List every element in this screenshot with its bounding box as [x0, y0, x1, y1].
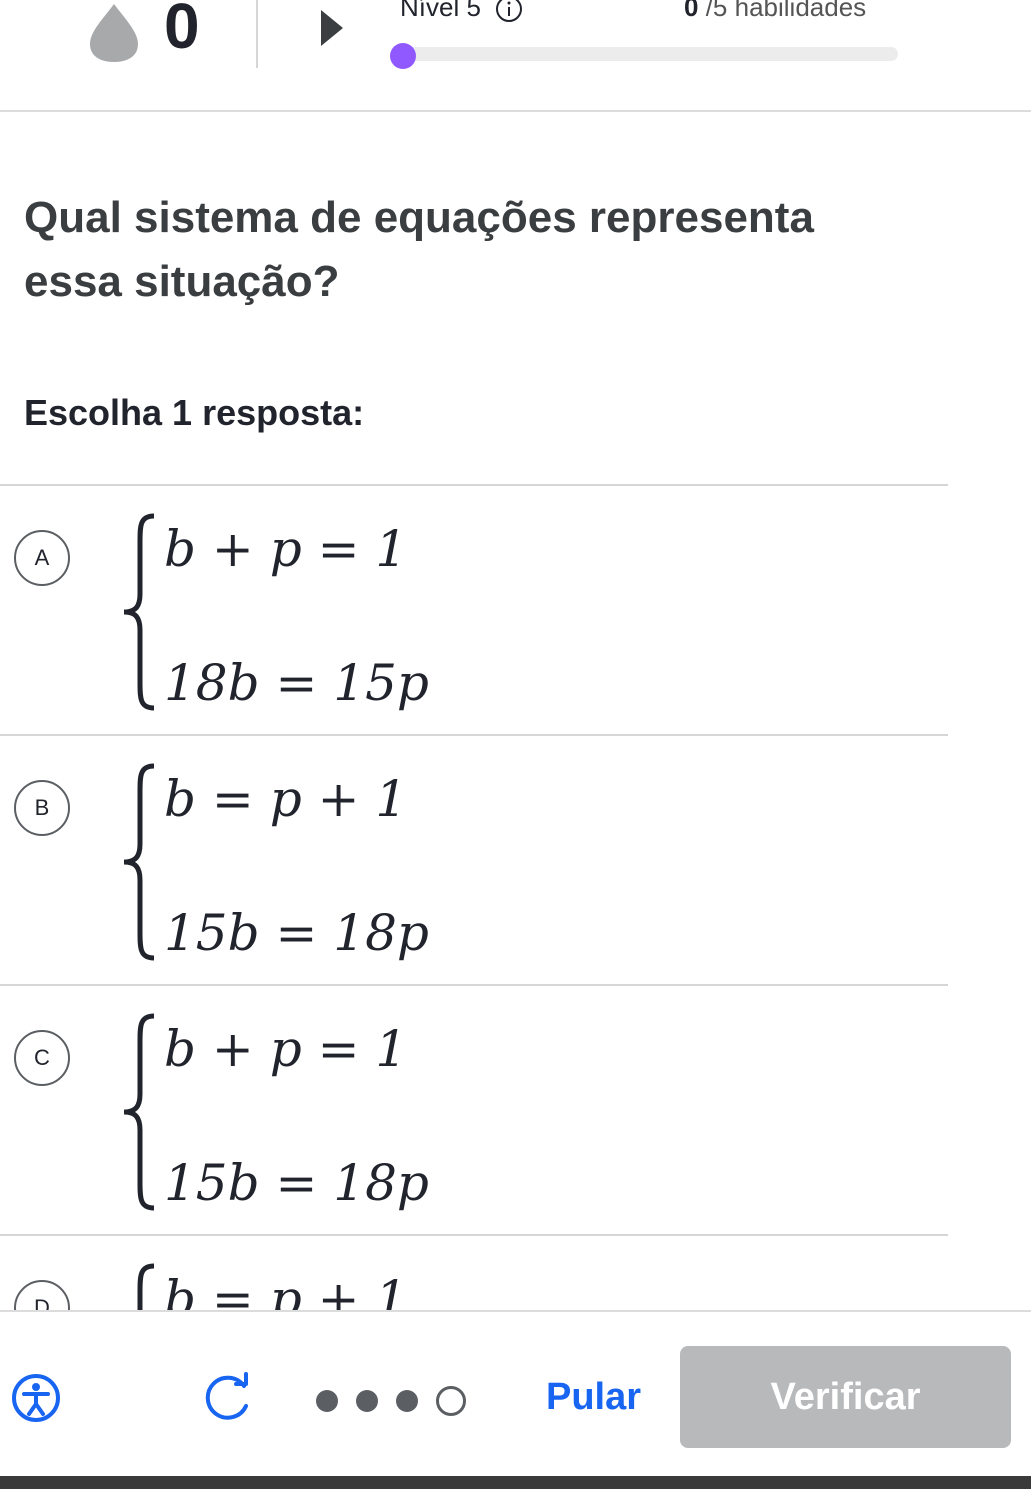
- choice-equation-1: b = p + 1: [164, 1270, 408, 1310]
- header-divider: [256, 0, 258, 68]
- choice-letter-badge: B: [14, 780, 70, 836]
- bottom-toolbar: Pular Verificar: [0, 1310, 1031, 1491]
- choice-b[interactable]: B b = p + 1 15b = 18p: [0, 734, 948, 984]
- streak-count: 0: [164, 0, 200, 62]
- info-icon[interactable]: [494, 0, 524, 24]
- choice-equation-1: b = p + 1: [164, 770, 408, 828]
- choice-equation-2: 18b = 15p: [164, 654, 429, 712]
- answer-instruction: Escolha 1 resposta:: [24, 392, 365, 433]
- play-icon[interactable]: [319, 8, 345, 48]
- choice-equation-2: 15b = 18p: [164, 904, 429, 962]
- level-label: Nível 5: [400, 0, 524, 24]
- progress-dot-filled: [316, 1390, 338, 1412]
- choice-equation-1: b + p = 1: [164, 520, 408, 578]
- top-bar: 0 Nível 5 0 /5 habilidades: [0, 0, 1031, 112]
- accessibility-icon[interactable]: [10, 1372, 62, 1424]
- choice-letter-badge: C: [14, 1030, 70, 1086]
- home-indicator-bar: [0, 1476, 1031, 1489]
- skip-button[interactable]: Pular: [546, 1376, 641, 1419]
- streak-flame-icon: [90, 4, 138, 62]
- brace-icon: [123, 763, 155, 961]
- skills-counter: 0 /5 habilidades: [684, 0, 866, 23]
- choice-letter-badge: A: [14, 530, 70, 586]
- progress-dot-filled: [396, 1390, 418, 1412]
- question-progress-dots: [316, 1386, 484, 1416]
- choice-d[interactable]: D b = p + 1: [0, 1234, 948, 1310]
- level-progress-bar: [392, 47, 898, 61]
- choice-c[interactable]: C b + p = 1 15b = 18p: [0, 984, 948, 1234]
- choice-a[interactable]: A b + p = 1 18b = 15p: [0, 484, 948, 734]
- progress-dot-current: [436, 1386, 466, 1416]
- brace-icon: [137, 1263, 155, 1310]
- skills-done: 0: [684, 0, 699, 22]
- start-over-icon[interactable]: [200, 1372, 254, 1424]
- progress-dot-filled: [356, 1390, 378, 1412]
- check-answer-button[interactable]: Verificar: [680, 1346, 1011, 1448]
- skills-total: /5 habilidades: [705, 0, 867, 22]
- choice-letter-badge: D: [14, 1280, 70, 1310]
- brace-icon: [123, 513, 155, 711]
- choices-list: A b + p = 1 18b = 15p B b = p + 1 15b = …: [0, 484, 1031, 1310]
- level-text: Nível 5: [400, 0, 481, 22]
- level-progress-marker: [390, 43, 416, 69]
- question-text: Qual sistema de equações representa essa…: [24, 193, 814, 306]
- choice-equation-2: 15b = 18p: [164, 1154, 429, 1212]
- choice-equation-1: b + p = 1: [164, 1020, 408, 1078]
- brace-icon: [123, 1013, 155, 1211]
